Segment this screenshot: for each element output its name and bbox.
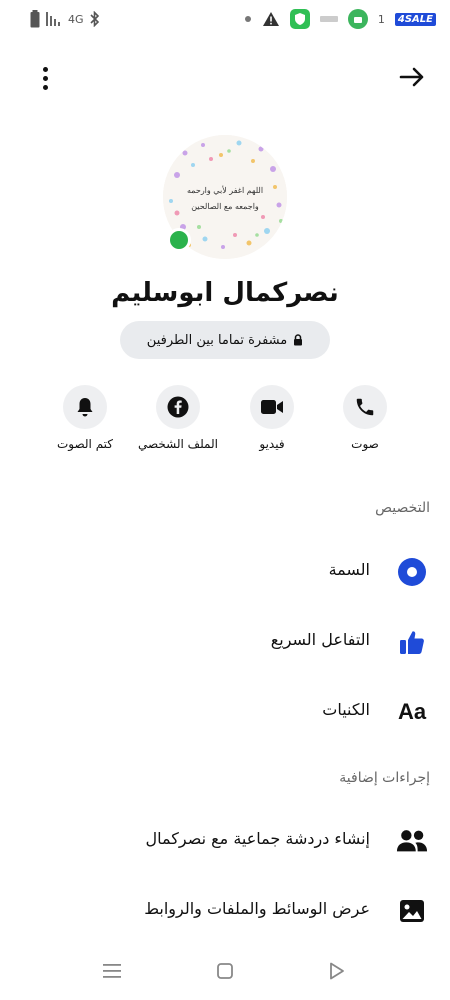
more-vertical-icon: [42, 66, 48, 72]
bell-icon: [77, 398, 93, 417]
lock-icon: [294, 334, 303, 346]
image-icon: [400, 900, 424, 922]
encryption-label: مشفرة تماما بين الطرفين: [146, 332, 288, 348]
profile-button[interactable]: الملف الشخصي: [133, 385, 223, 451]
home-button[interactable]: [211, 957, 239, 985]
app-icon: [347, 9, 368, 29]
action-label-mute: كتم الصوت: [56, 437, 114, 451]
nicknames-icon: Aa: [397, 699, 427, 724]
avatar-text-2: واجمعه مع الصالحين: [191, 202, 259, 211]
status-bar: 4G 1 4SALE: [0, 0, 450, 40]
phone-icon: [356, 398, 374, 416]
notification-icon: [319, 16, 338, 22]
create-group-chat-row[interactable]: إنشاء دردشة جماعية مع نصركمال: [0, 813, 450, 869]
group-icon: [396, 830, 428, 852]
avatar-wrap: اللهم اغفر لأبي وارحمه واجمعه مع الصالحي…: [163, 135, 287, 259]
top-bar: [0, 55, 450, 100]
home-icon: [217, 963, 233, 979]
customization-section-title: التخصيص: [375, 500, 430, 516]
view-media-row[interactable]: عرض الوسائط والملفات والروابط: [0, 883, 450, 939]
encryption-pill[interactable]: مشفرة تماما بين الطرفين: [120, 321, 330, 359]
theme-icon: [398, 558, 426, 586]
view-media-label: عرض الوسائط والملفات والروابط: [144, 899, 370, 918]
mute-button[interactable]: كتم الصوت: [40, 385, 130, 451]
quick-reaction-label: التفاعل السريع: [270, 630, 370, 649]
more-options-button[interactable]: [30, 61, 60, 95]
action-label-profile: الملف الشخصي: [138, 437, 218, 451]
more-actions-section-title: إجراءات إضافية: [339, 770, 430, 786]
action-label-video: فيديو: [259, 437, 285, 451]
system-nav-bar: [0, 945, 450, 995]
warning-icon: [262, 12, 279, 26]
video-icon: [261, 400, 283, 414]
signal-icon: [46, 12, 60, 26]
small-label: 1: [377, 12, 385, 26]
arrow-right-icon[interactable]: [394, 59, 430, 95]
contact-name: نصركمال ابوسليم: [111, 278, 339, 308]
back-icon: [330, 962, 344, 980]
battery-icon: [30, 10, 40, 28]
nicknames-row[interactable]: Aa الكنيات: [0, 684, 450, 740]
action-label-audio: صوت: [351, 437, 379, 451]
video-call-button[interactable]: فيديو: [227, 385, 317, 451]
menu-icon: [103, 964, 121, 978]
quick-reaction-row[interactable]: التفاعل السريع: [0, 614, 450, 670]
avatar-text-1: اللهم اغفر لأبي وارحمه: [187, 185, 263, 195]
status-right: 1 4SALE: [244, 9, 436, 29]
create-group-chat-label: إنشاء دردشة جماعية مع نصركمال: [145, 829, 370, 848]
nicknames-label: الكنيات: [322, 700, 370, 719]
sale-badge: 4SALE: [394, 12, 436, 26]
online-status-dot: [167, 228, 191, 252]
bluetooth-icon: [89, 11, 99, 27]
facebook-icon: [167, 396, 189, 418]
theme-label: السمة: [328, 560, 370, 579]
action-buttons: صوت فيديو الملف الشخصي كتم الصوت: [0, 385, 450, 460]
back-button[interactable]: [323, 957, 351, 985]
status-left: 4G: [30, 10, 100, 28]
carrier-text: 4G: [68, 12, 84, 26]
theme-row[interactable]: السمة: [0, 544, 450, 600]
thumbs-up-icon: [400, 631, 424, 654]
audio-call-button[interactable]: صوت: [320, 385, 410, 451]
shield-app-icon: [289, 9, 310, 29]
menu-button[interactable]: [98, 957, 126, 985]
dot-icon: [244, 16, 251, 22]
